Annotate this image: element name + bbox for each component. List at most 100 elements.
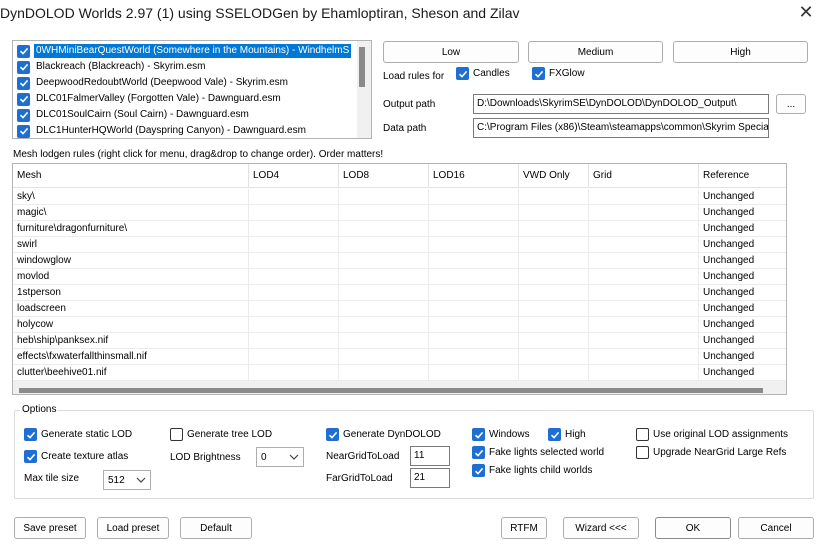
data-path-field[interactable]: C:\Program Files (x86)\Steam\steamapps\c… [473, 118, 769, 138]
world-list-item[interactable]: 0WHMiniBearQuestWorld (Somewhere in the … [13, 43, 358, 59]
checkbox-box [636, 428, 649, 441]
close-icon[interactable]: ✕ [796, 2, 816, 22]
world-list-item[interactable]: Blackreach (Blackreach) - Skyrim.esm [13, 59, 358, 75]
high-checkbox[interactable]: High [548, 428, 586, 441]
table-cell [249, 365, 339, 381]
windows-checkbox[interactable]: Windows [472, 428, 530, 441]
default-button[interactable]: Default [180, 517, 252, 539]
wizard-button[interactable]: Wizard <<< [563, 517, 639, 539]
checkbox-box [170, 428, 183, 441]
table-row[interactable]: clutter\beehive01.nif Unchanged [13, 365, 786, 381]
table-cell [519, 189, 589, 205]
world-list-item[interactable]: DLC01FalmerValley (Forgotten Vale) - Daw… [13, 91, 358, 107]
save-preset-button[interactable]: Save preset [14, 517, 86, 539]
candles-checkbox[interactable]: Candles [456, 67, 510, 80]
check-icon[interactable] [17, 76, 30, 90]
low-button[interactable]: Low [383, 41, 519, 63]
table-cell: Unchanged [699, 237, 786, 253]
grid-hscrollbar-thumb[interactable] [19, 388, 763, 393]
far-grid-field[interactable]: 21 [410, 468, 450, 488]
column-header[interactable]: LOD4 [249, 164, 339, 188]
output-path-field[interactable]: D:\Downloads\SkyrimSE\DynDOLOD\DynDOLOD_… [473, 94, 769, 114]
upgrade-neargrid-checkbox[interactable]: Upgrade NearGrid Large Refs [636, 446, 786, 459]
column-header[interactable]: VWD Only [519, 164, 589, 188]
high-button[interactable]: High [673, 41, 808, 63]
table-row[interactable]: heb\ship\panksex.nif Unchanged [13, 333, 786, 349]
max-tile-size-select[interactable]: 512 [103, 470, 151, 490]
table-cell [589, 205, 699, 221]
table-row[interactable]: magic\ Unchanged [13, 205, 786, 221]
table-row[interactable]: windowglow Unchanged [13, 253, 786, 269]
table-cell [429, 189, 519, 205]
table-cell: Unchanged [699, 253, 786, 269]
grid-hscrollbar[interactable] [13, 380, 786, 394]
table-cell [589, 221, 699, 237]
fake-lights-child-checkbox[interactable]: Fake lights child worlds [472, 464, 592, 477]
table-cell [339, 189, 429, 205]
world-list-item[interactable]: DLC01SoulCairn (Soul Cairn) - Dawnguard.… [13, 107, 358, 123]
world-list-item[interactable]: DeepwoodRedoubtWorld (Deepwood Vale) - S… [13, 75, 358, 91]
check-icon [548, 428, 561, 441]
generate-dyndolod-checkbox[interactable]: Generate DynDOLOD [326, 428, 441, 441]
check-icon[interactable] [17, 60, 30, 74]
column-header[interactable]: Reference [699, 164, 786, 188]
table-row[interactable]: effects\fxwaterfallthinsmall.nif Unchange… [13, 349, 786, 365]
column-header[interactable]: Mesh [13, 164, 249, 188]
load-preset-button[interactable]: Load preset [97, 517, 169, 539]
mesh-rules-grid[interactable]: Mesh LOD4 LOD8 LOD16 VWD Only Grid Reference s… [12, 163, 787, 395]
world-list-item[interactable]: DLC1HunterHQWorld (Dayspring Canyon) - D… [13, 123, 358, 138]
table-cell [519, 285, 589, 301]
world-list-scrollbar[interactable] [357, 41, 371, 138]
table-cell [429, 269, 519, 285]
table-cell [429, 333, 519, 349]
table-row[interactable]: 1stperson Unchanged [13, 285, 786, 301]
table-cell: Unchanged [699, 221, 786, 237]
table-row[interactable]: sky\ Unchanged [13, 189, 786, 205]
fxglow-label: FXGlow [549, 68, 585, 79]
use-original-lod-checkbox[interactable]: Use original LOD assignments [636, 428, 788, 441]
fxglow-checkbox[interactable]: FXGlow [532, 67, 585, 80]
table-cell [519, 269, 589, 285]
table-row[interactable]: loadscreen Unchanged [13, 301, 786, 317]
generate-static-lod-checkbox[interactable]: Generate static LOD [24, 428, 132, 441]
column-header[interactable]: Grid [589, 164, 699, 188]
lod-brightness-select[interactable]: 0 [256, 447, 304, 467]
table-row[interactable]: holycow Unchanged [13, 317, 786, 333]
generate-tree-lod-label: Generate tree LOD [187, 429, 273, 440]
rtfm-button[interactable]: RTFM [501, 517, 547, 539]
near-grid-field[interactable]: 11 [410, 446, 450, 466]
table-cell [589, 189, 699, 205]
world-list[interactable]: 0WHMiniBearQuestWorld (Somewhere in the … [12, 40, 372, 139]
generate-tree-lod-checkbox[interactable]: Generate tree LOD [170, 428, 272, 441]
max-tile-size-value: 512 [108, 474, 125, 486]
table-cell [519, 317, 589, 333]
table-cell [339, 269, 429, 285]
table-row[interactable]: furniture\dragonfurniture\ Unchanged [13, 221, 786, 237]
table-row[interactable]: movlod Unchanged [13, 269, 786, 285]
far-grid-label: FarGridToLoad [326, 473, 393, 484]
table-cell [429, 221, 519, 237]
medium-button[interactable]: Medium [528, 41, 663, 63]
chevron-down-icon [289, 454, 299, 460]
column-header[interactable]: LOD16 [429, 164, 519, 188]
world-list-scrollbar-thumb[interactable] [359, 47, 365, 87]
cancel-button[interactable]: Cancel [738, 517, 814, 539]
world-list-item-label: DLC01SoulCairn (Soul Cairn) - Dawnguard.… [36, 109, 249, 120]
ok-button[interactable]: OK [655, 517, 731, 539]
fake-lights-selected-checkbox[interactable]: Fake lights selected world [472, 446, 604, 459]
check-icon[interactable] [17, 124, 30, 138]
check-icon[interactable] [17, 92, 30, 106]
check-icon[interactable] [17, 108, 30, 122]
check-icon[interactable] [17, 44, 30, 58]
options-legend: Options [20, 404, 59, 415]
table-cell: holycow [13, 317, 249, 333]
generate-static-lod-label: Generate static LOD [41, 429, 133, 440]
browse-output-button[interactable]: ... [776, 94, 806, 114]
column-header[interactable]: LOD8 [339, 164, 429, 188]
table-cell: Unchanged [699, 285, 786, 301]
table-row[interactable]: swirl Unchanged [13, 237, 786, 253]
fake-lights-child-label: Fake lights child worlds [489, 465, 593, 476]
create-texture-atlas-checkbox[interactable]: Create texture atlas [24, 450, 128, 463]
table-cell [249, 349, 339, 365]
table-cell [589, 253, 699, 269]
